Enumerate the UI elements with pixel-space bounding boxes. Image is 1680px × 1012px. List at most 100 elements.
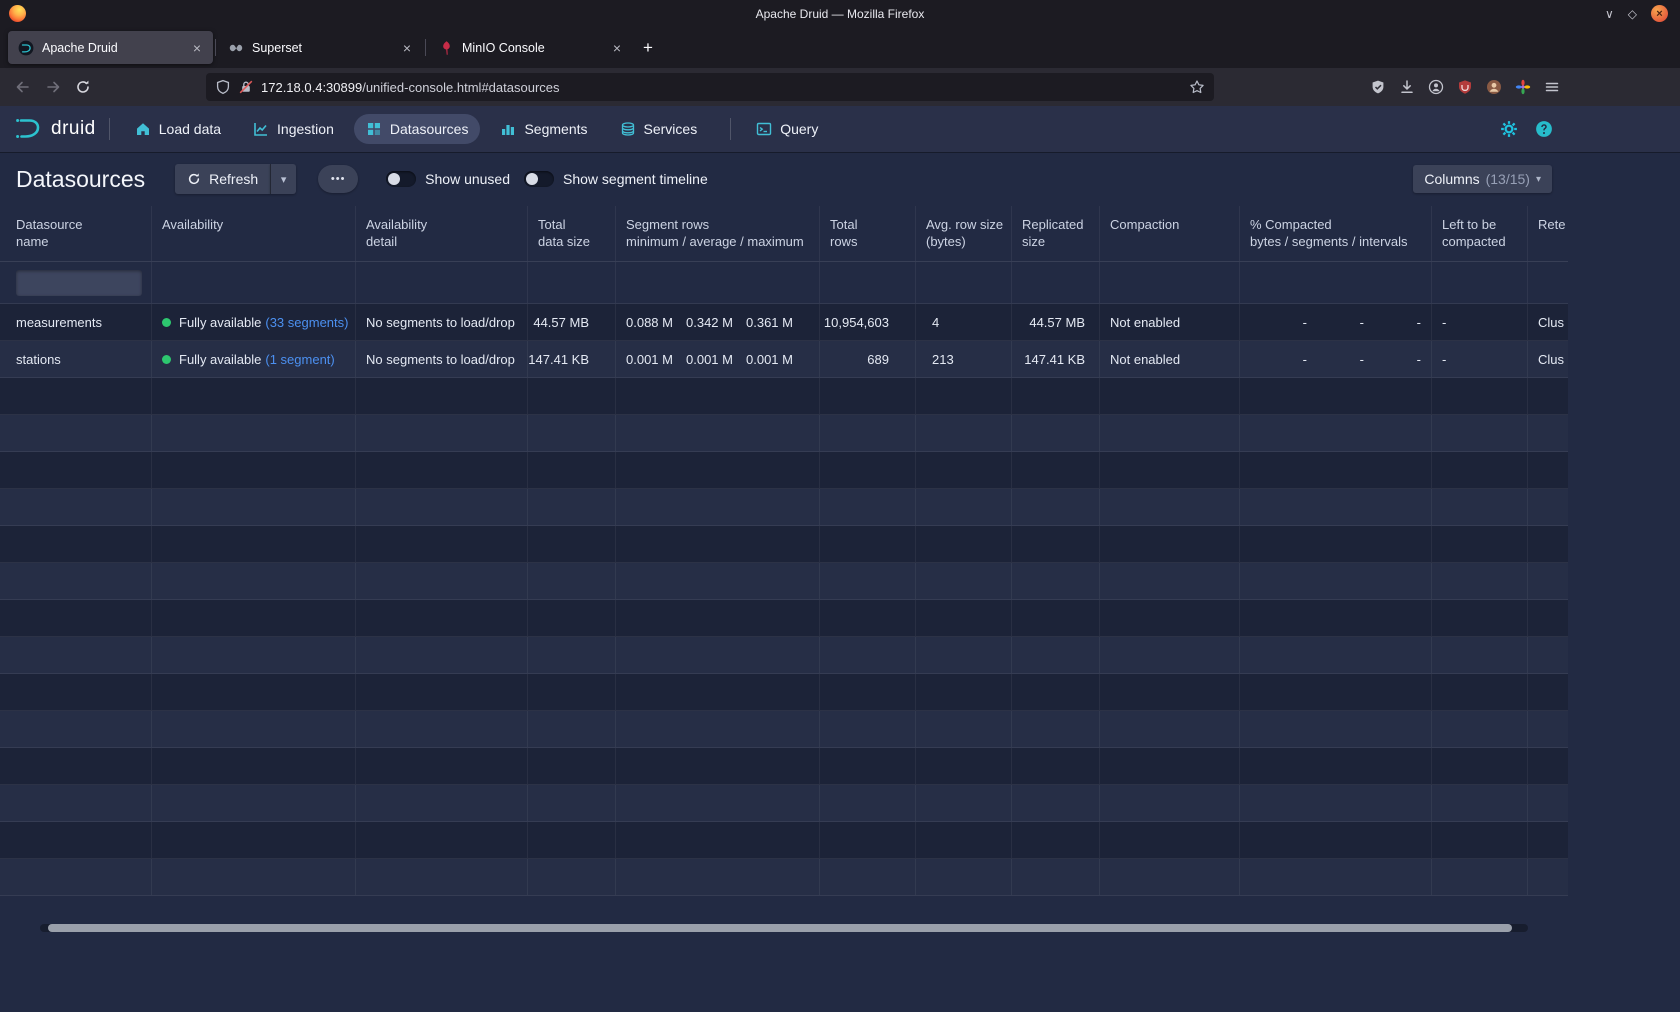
account-icon[interactable] xyxy=(1428,79,1444,95)
table-row-empty xyxy=(0,822,1568,859)
column-header-compaction[interactable]: Compaction xyxy=(1100,206,1240,261)
url-text[interactable]: 172.18.0.4:30899/unified-console.html#da… xyxy=(261,80,1182,95)
toggle-show-unused[interactable]: Show unused xyxy=(386,171,510,187)
empty-cell xyxy=(528,822,616,858)
table-row-stations[interactable]: stationsFully available(1 segment)No seg… xyxy=(0,341,1568,378)
column-header-avg-row-size-bytes-[interactable]: Avg. row size(bytes) xyxy=(916,206,1012,261)
cell-availability-detail: No segments to load/drop xyxy=(356,341,528,377)
column-header-segment-rows-minimum-average-maximum[interactable]: Segment rowsminimum / average / maximum xyxy=(616,206,820,261)
empty-cell xyxy=(820,600,916,636)
column-header-total-data-size[interactable]: Totaldata size xyxy=(528,206,616,261)
tab-strip: Apache Druid×Superset×MinIO Console×+ xyxy=(0,27,1680,68)
empty-cell xyxy=(1528,378,1568,414)
settings-gear-icon[interactable] xyxy=(1500,120,1518,138)
segments-link[interactable]: (1 segment) xyxy=(265,352,334,367)
cell-total-data-size: 44.57 MB xyxy=(528,304,616,340)
datasource-name-filter-input[interactable] xyxy=(16,270,142,296)
ublock-icon[interactable] xyxy=(1457,79,1473,95)
refresh-dropdown-button[interactable]: ▾ xyxy=(270,164,296,194)
columns-button[interactable]: Columns (13/15) ▾ xyxy=(1413,165,1552,193)
header-line1: Left to be xyxy=(1442,216,1517,233)
column-header-rete[interactable]: Rete xyxy=(1528,206,1568,261)
forward-button[interactable] xyxy=(38,72,68,102)
tab-close-icon[interactable]: × xyxy=(401,40,413,56)
column-header-left-to-be-compacted[interactable]: Left to becompacted xyxy=(1432,206,1528,261)
bookmark-star-icon[interactable] xyxy=(1189,79,1205,95)
empty-cell xyxy=(616,378,820,414)
table-row-measurements[interactable]: measurementsFully available(33 segments)… xyxy=(0,304,1568,341)
nav-item-ingestion[interactable]: Ingestion xyxy=(241,114,346,144)
available-dot-icon xyxy=(162,355,171,364)
menu-icon[interactable] xyxy=(1544,79,1560,95)
column-header-replicated-size[interactable]: Replicatedsize xyxy=(1012,206,1100,261)
downloads-icon[interactable] xyxy=(1399,79,1415,95)
druid-brand[interactable]: druid xyxy=(14,117,96,141)
empty-cell xyxy=(1432,859,1528,895)
empty-cell xyxy=(356,637,528,673)
browser-tab-minio-console[interactable]: MinIO Console× xyxy=(428,31,633,64)
empty-cell xyxy=(1432,785,1528,821)
empty-cell xyxy=(356,674,528,710)
column-header-availability[interactable]: Availability xyxy=(152,206,356,261)
browser-tab-superset[interactable]: Superset× xyxy=(218,31,423,64)
profile-avatar-icon[interactable] xyxy=(1486,79,1502,95)
nav-item-label: Query xyxy=(780,121,818,137)
window-minimize-icon[interactable]: ∨ xyxy=(1605,7,1614,21)
window-close-icon[interactable]: × xyxy=(1651,5,1668,22)
empty-cell xyxy=(1100,563,1240,599)
url-bar[interactable]: 172.18.0.4:30899/unified-console.html#da… xyxy=(206,73,1214,101)
nav-item-label: Segments xyxy=(524,121,587,137)
empty-cell xyxy=(356,600,528,636)
new-tab-button[interactable]: + xyxy=(633,33,663,63)
refresh-button[interactable]: Refresh xyxy=(175,164,270,194)
home-icon xyxy=(135,121,151,137)
horizontal-scrollbar-thumb[interactable] xyxy=(48,924,1512,932)
segment-rows-value: 0.088 M xyxy=(626,315,686,330)
insecure-connection-icon[interactable] xyxy=(238,79,254,95)
nav-item-load-data[interactable]: Load data xyxy=(123,114,233,144)
nav-item-query[interactable]: Query xyxy=(744,114,830,144)
empty-cell xyxy=(916,378,1012,414)
empty-cell xyxy=(916,526,1012,562)
tab-close-icon[interactable]: × xyxy=(191,40,203,56)
segments-link[interactable]: (33 segments) xyxy=(265,315,348,330)
empty-cell xyxy=(1528,711,1568,747)
nav-item-segments[interactable]: Segments xyxy=(488,114,599,144)
column-header-datasource-name[interactable]: Datasourcename xyxy=(0,206,152,261)
empty-cell xyxy=(1528,859,1568,895)
toggle-track[interactable] xyxy=(386,171,416,187)
tracking-shield-icon[interactable] xyxy=(215,79,231,95)
help-icon[interactable] xyxy=(1535,120,1553,138)
table-body: measurementsFully available(33 segments)… xyxy=(0,304,1568,896)
column-header--compacted-bytes-segments-intervals[interactable]: % Compactedbytes / segments / intervals xyxy=(1240,206,1432,261)
extension-shield-icon[interactable] xyxy=(1370,79,1386,95)
empty-cell xyxy=(916,637,1012,673)
tab-close-icon[interactable]: × xyxy=(611,40,623,56)
nav-item-datasources[interactable]: Datasources xyxy=(354,114,481,144)
empty-cell xyxy=(1240,674,1432,710)
reload-button[interactable] xyxy=(68,72,98,102)
pct-compacted-value: - xyxy=(1364,352,1421,367)
window-maximize-icon[interactable]: ◇ xyxy=(1628,7,1637,21)
table-row-empty xyxy=(0,526,1568,563)
minio-favicon-icon xyxy=(438,40,454,56)
pinwheel-extension-icon[interactable] xyxy=(1515,79,1531,95)
column-header-total-rows[interactable]: Totalrows xyxy=(820,206,916,261)
empty-cell xyxy=(616,526,820,562)
empty-cell xyxy=(0,637,152,673)
empty-cell xyxy=(1012,822,1100,858)
druid-logo-icon xyxy=(14,117,44,141)
empty-cell xyxy=(1528,674,1568,710)
back-button[interactable] xyxy=(8,72,38,102)
empty-cell xyxy=(1432,489,1528,525)
empty-cell xyxy=(1100,489,1240,525)
browser-tab-apache-druid[interactable]: Apache Druid× xyxy=(8,31,213,64)
column-header-availability-detail[interactable]: Availabilitydetail xyxy=(356,206,528,261)
more-actions-button[interactable]: ••• xyxy=(318,165,358,193)
nav-item-services[interactable]: Services xyxy=(608,114,710,144)
empty-cell xyxy=(616,452,820,488)
header-line2: rows xyxy=(830,233,905,250)
toggle-show-segment-timeline[interactable]: Show segment timeline xyxy=(524,171,708,187)
refresh-label: Refresh xyxy=(209,171,258,187)
toggle-track[interactable] xyxy=(524,171,554,187)
